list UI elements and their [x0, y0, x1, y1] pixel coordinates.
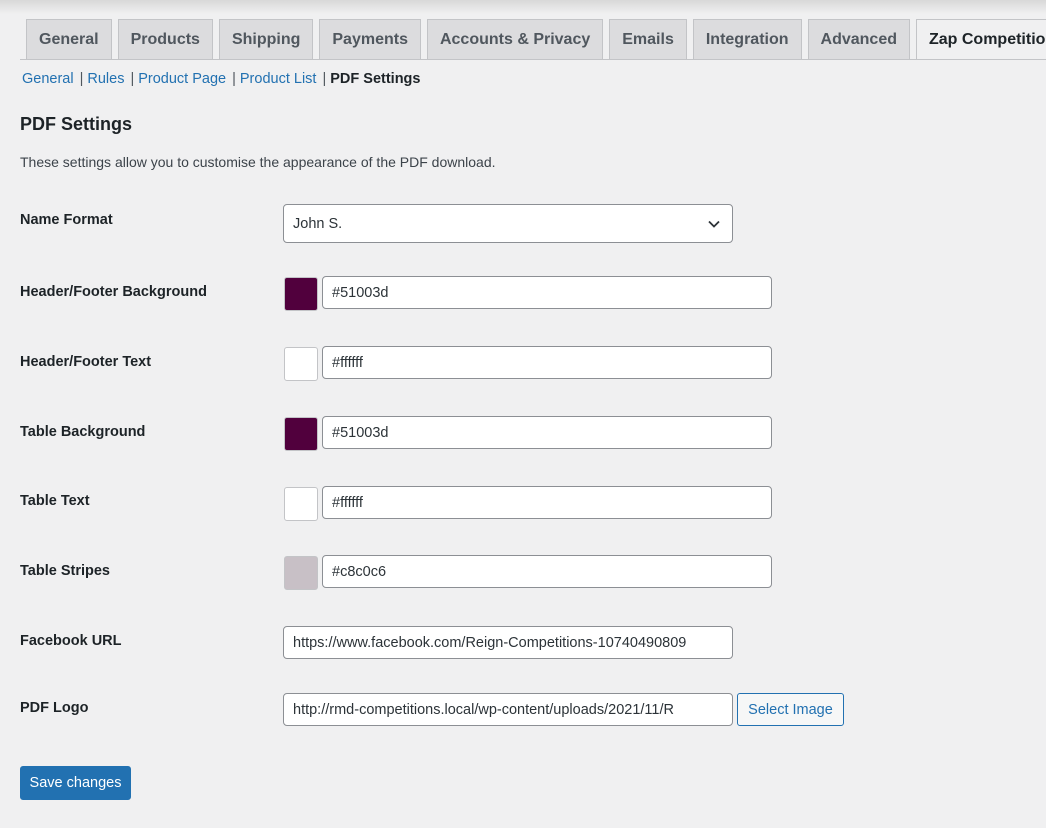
select-image-button[interactable]: Select Image: [737, 693, 844, 726]
chevron-down-icon: [708, 220, 720, 228]
table-stripes-label: Table Stripes: [20, 563, 110, 579]
header-footer-bg-input[interactable]: #51003d: [322, 276, 772, 309]
tab-products[interactable]: Products: [117, 19, 213, 59]
subnav-general-link[interactable]: General: [22, 71, 74, 87]
table-bg-input[interactable]: #51003d: [322, 416, 772, 449]
facebook-url-input[interactable]: https://www.facebook.com/Reign-Competiti…: [283, 626, 733, 659]
section-title: PDF Settings: [20, 114, 133, 134]
header-footer-bg-swatch[interactable]: [284, 277, 318, 311]
header-footer-text-input[interactable]: #ffffff: [322, 346, 772, 379]
header-footer-text-label: Header/Footer Text: [20, 354, 152, 370]
tab-advanced[interactable]: Advanced: [807, 19, 910, 59]
subnav-separator: |: [232, 71, 236, 87]
table-text-label: Table Text: [20, 493, 90, 509]
subnav-separator: |: [79, 71, 84, 87]
name-format-value: John S.: [293, 215, 343, 232]
header-footer-bg-label: Header/Footer Background: [20, 284, 207, 300]
facebook-url-label: Facebook URL: [20, 633, 122, 649]
subnav-pdf-settings-current: PDF Settings: [330, 71, 421, 87]
subnav-product-page-link[interactable]: Product Page: [138, 71, 226, 87]
tab-general[interactable]: General: [26, 19, 112, 59]
subnav-product-list-link[interactable]: Product List: [240, 71, 317, 87]
tab-accounts-privacy[interactable]: Accounts & Privacy: [426, 19, 604, 59]
tab-emails[interactable]: Emails: [609, 19, 687, 59]
settings-tabs: General Products Shipping Payments Accou…: [26, 19, 1046, 60]
tab-integration[interactable]: Integration: [692, 19, 802, 59]
table-bg-label: Table Background: [20, 424, 146, 440]
table-stripes-input[interactable]: #c8c0c6: [322, 555, 772, 588]
subnav-separator: |: [130, 71, 135, 87]
table-text-swatch[interactable]: [284, 487, 318, 521]
name-format-label: Name Format: [20, 212, 113, 228]
tab-payments[interactable]: Payments: [319, 19, 421, 59]
header-footer-text-swatch[interactable]: [284, 347, 318, 381]
table-text-input[interactable]: #ffffff: [322, 486, 772, 519]
tab-zap-competitions[interactable]: Zap Competitions: [915, 19, 1046, 60]
section-description: These settings allow you to customise th…: [20, 154, 496, 170]
subnav-separator: |: [322, 71, 327, 87]
subnav-rules-link[interactable]: Rules: [87, 71, 124, 87]
tab-shipping[interactable]: Shipping: [218, 19, 314, 59]
pdf-logo-label: PDF Logo: [20, 700, 89, 716]
tab-divider: [20, 59, 1046, 60]
name-format-select[interactable]: John S.: [283, 204, 733, 243]
table-stripes-swatch[interactable]: [284, 556, 318, 590]
table-bg-swatch[interactable]: [284, 417, 318, 451]
sub-navigation: General | Rules | Product Page | Product…: [22, 71, 420, 87]
save-changes-button[interactable]: Save changes: [20, 766, 131, 800]
pdf-logo-input[interactable]: http://rmd-competitions.local/wp-content…: [283, 693, 733, 726]
top-shadow: [0, 0, 1046, 14]
